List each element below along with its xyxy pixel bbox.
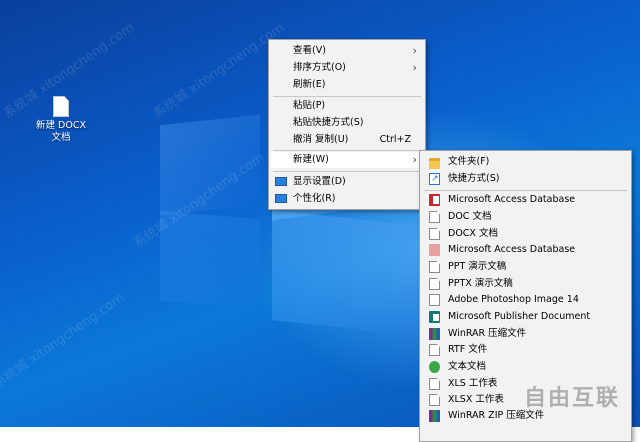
menu-item-label: XLS 工作表 [448, 378, 498, 389]
new-access-database-2[interactable]: Microsoft Access Database [422, 242, 629, 258]
menu-item-label: 显示设置(D) [293, 176, 346, 187]
menu-item-label: WinRAR ZIP 压缩文件 [448, 410, 545, 421]
menu-item-label: 查看(V) [293, 45, 326, 56]
rtf-icon [429, 344, 440, 356]
personalize-icon [275, 194, 287, 203]
desktop-file-docx[interactable]: 新建 DOCX 文档 [30, 96, 92, 144]
menu-item-label: 撤消 复制(U) [293, 134, 349, 145]
new-rtf-file[interactable]: RTF 文件 [422, 342, 629, 358]
new-winrar-archive[interactable]: WinRAR 压缩文件 [422, 326, 629, 342]
photoshop-icon [429, 294, 440, 306]
new-folder[interactable]: 文件夹(F) [422, 154, 629, 170]
desktop-context-menu: 查看(V) › 排序方式(O) › 刷新(E) 粘贴(P) 粘贴快捷方式(S) … [268, 39, 426, 210]
access-icon [429, 194, 440, 206]
xlsx-icon [429, 394, 440, 406]
menu-item-label: XLSX 工作表 [448, 394, 504, 405]
menu-item-label: 文本文档 [448, 361, 487, 372]
new-text-document[interactable]: 文本文档 [422, 359, 629, 375]
menu-item-label: RTF 文件 [448, 344, 488, 355]
document-icon [53, 96, 69, 117]
new-publisher-document[interactable]: Microsoft Publisher Document [422, 309, 629, 325]
menu-item-label: 个性化(R) [293, 193, 336, 204]
menu-item-paste-shortcut[interactable]: 粘贴快捷方式(S) [271, 115, 423, 131]
menu-item-label: 快捷方式(S) [448, 173, 500, 184]
new-xls-worksheet[interactable]: XLS 工作表 [422, 376, 629, 392]
winrar-icon [429, 328, 440, 340]
new-submenu: 文件夹(F) 快捷方式(S) Microsoft Access Database… [419, 150, 632, 442]
access-icon [429, 244, 440, 256]
menu-item-sort-by[interactable]: 排序方式(O) › [271, 60, 423, 76]
menu-item-label: 排序方式(O) [293, 62, 346, 73]
new-pptx-presentation[interactable]: PPTX 演示文稿 [422, 276, 629, 292]
text-icon [429, 361, 440, 373]
new-shortcut[interactable]: 快捷方式(S) [422, 171, 629, 187]
menu-item-label: 刷新(E) [293, 79, 326, 90]
folder-icon [429, 158, 440, 169]
new-winrar-zip-archive[interactable]: WinRAR ZIP 压缩文件 [422, 408, 629, 424]
watermark: 系统城 xitongcheng.com [150, 20, 288, 122]
ppt-icon [429, 261, 440, 273]
desktop-file-label: 文档 [51, 132, 71, 143]
menu-item-personalize[interactable]: 个性化(R) [271, 191, 423, 207]
menu-item-display-settings[interactable]: 显示设置(D) [271, 174, 423, 190]
menu-item-label: Microsoft Access Database [448, 244, 576, 255]
chevron-right-icon: › [412, 61, 417, 74]
new-docx-document[interactable]: DOCX 文档 [422, 226, 629, 242]
docx-icon [429, 228, 440, 240]
menu-separator [273, 150, 421, 151]
menu-item-new[interactable]: 新建(W) › [271, 152, 423, 168]
shortcut-icon [429, 171, 440, 187]
doc-icon [429, 211, 440, 223]
windows-logo-pane [160, 114, 260, 216]
menu-item-label: PPT 演示文稿 [448, 261, 507, 272]
menu-item-label: DOCX 文档 [448, 228, 498, 239]
menu-item-label: 文件夹(F) [448, 156, 490, 167]
display-icon [275, 177, 287, 186]
menu-separator [424, 190, 627, 191]
menu-item-label: 粘贴(P) [293, 100, 326, 111]
menu-item-label: 新建(W) [293, 154, 329, 165]
new-access-database[interactable]: Microsoft Access Database [422, 192, 629, 208]
menu-separator [273, 171, 421, 172]
menu-item-label: 粘贴快捷方式(S) [293, 117, 364, 128]
menu-item-label: Adobe Photoshop Image 14 [448, 294, 579, 305]
publisher-icon [429, 311, 440, 323]
menu-item-shortcut: Ctrl+Z [379, 134, 411, 145]
windows-logo-pane [160, 210, 260, 310]
menu-item-label: DOC 文档 [448, 211, 492, 222]
new-photoshop-image[interactable]: Adobe Photoshop Image 14 [422, 292, 629, 308]
pptx-icon [429, 278, 440, 290]
new-xlsx-worksheet[interactable]: XLSX 工作表 [422, 392, 629, 408]
menu-item-refresh[interactable]: 刷新(E) [271, 77, 423, 93]
new-doc-document[interactable]: DOC 文档 [422, 209, 629, 225]
new-ppt-presentation[interactable]: PPT 演示文稿 [422, 259, 629, 275]
menu-item-paste[interactable]: 粘贴(P) [271, 98, 423, 114]
chevron-right-icon: › [412, 44, 417, 57]
windows-logo-pane [272, 210, 422, 336]
menu-item-view[interactable]: 查看(V) › [271, 43, 423, 59]
menu-item-label: PPTX 演示文稿 [448, 278, 513, 289]
menu-item-undo-copy[interactable]: 撤消 复制(U) Ctrl+Z [271, 132, 423, 148]
desktop-file-label: 新建 DOCX [36, 120, 86, 131]
xls-icon [429, 378, 440, 390]
chevron-right-icon: › [412, 153, 417, 166]
winrar-zip-icon [429, 410, 440, 422]
menu-item-label: WinRAR 压缩文件 [448, 328, 527, 339]
watermark: 系统城 xitongcheng.com [0, 290, 128, 392]
menu-separator [273, 96, 421, 97]
menu-item-label: Microsoft Access Database [448, 194, 576, 205]
menu-item-label: Microsoft Publisher Document [448, 311, 591, 322]
